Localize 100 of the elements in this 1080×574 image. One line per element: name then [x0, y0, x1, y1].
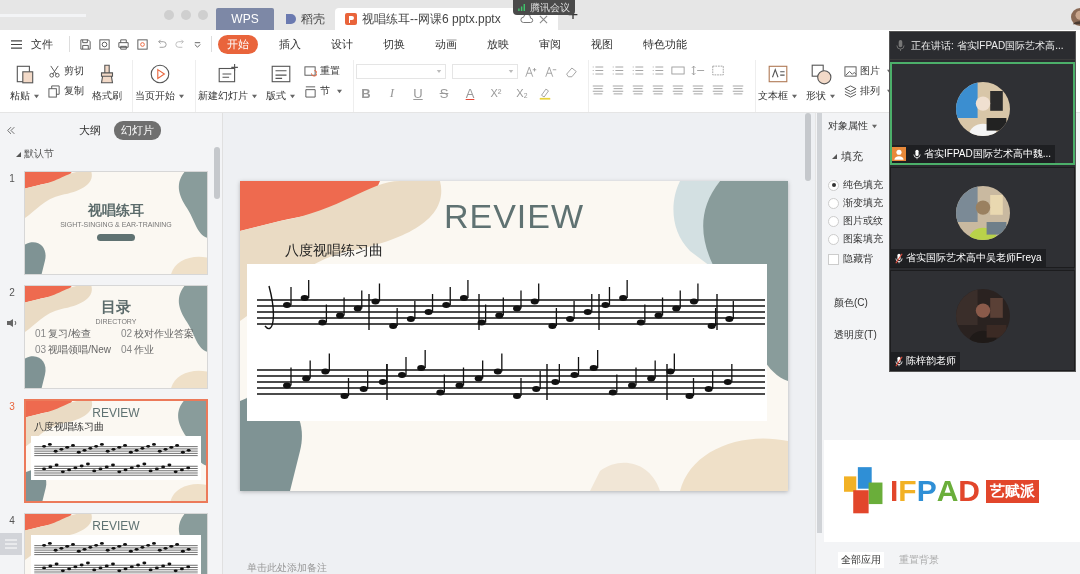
copy-icon — [48, 84, 61, 98]
align-icon[interactable] — [691, 83, 705, 96]
list-icon[interactable] — [651, 64, 665, 77]
logo-tag: 艺赋派 — [986, 479, 1040, 503]
file-menu[interactable]: 文件 — [31, 36, 53, 52]
menu-icon[interactable] — [10, 38, 23, 50]
ribbon-tab[interactable]: 动画 — [426, 34, 466, 54]
scrollbar[interactable] — [805, 113, 811, 181]
radio-button[interactable] — [828, 197, 839, 209]
apply-all-button[interactable]: 全部应用 — [838, 552, 884, 568]
checkbox[interactable] — [828, 253, 839, 265]
copy-button[interactable]: 复制 — [48, 84, 84, 98]
arrange-button[interactable]: 排列 — [844, 84, 893, 98]
eraser-icon[interactable] — [564, 65, 578, 78]
shape-icon[interactable] — [810, 63, 832, 85]
preview-icon[interactable] — [136, 37, 149, 51]
new-slide-button[interactable]: 新建幻灯片 — [198, 89, 258, 103]
video-tile[interactable]: 陈梓韵老师 — [890, 270, 1075, 371]
slide-caption: 八度视唱练习曲 — [285, 242, 383, 260]
layout-icon[interactable] — [270, 63, 292, 85]
docer-icon — [284, 13, 296, 25]
list-view-icon[interactable] — [0, 533, 22, 555]
item-number: 01 — [35, 328, 47, 339]
ribbon-tab[interactable]: 特色功能 — [634, 34, 696, 54]
font-dropdown[interactable] — [356, 64, 446, 79]
scrollbar[interactable] — [214, 147, 220, 199]
item-number: 03 — [35, 344, 47, 355]
radio-button[interactable] — [828, 215, 839, 227]
play-icon[interactable] — [149, 63, 171, 85]
play-from-current-button[interactable]: 当页开始 — [135, 89, 185, 103]
font-shrink-icon[interactable] — [544, 65, 558, 78]
item-label: 视唱领唱/New — [48, 343, 111, 357]
panel-tab[interactable]: 幻灯片 — [114, 120, 161, 140]
paste-button[interactable]: 粘贴 — [10, 89, 40, 103]
panel-title[interactable]: 对象属性 — [826, 113, 878, 133]
ribbon-tab[interactable]: 设计 — [322, 34, 362, 54]
slide-number: 1 — [9, 172, 15, 184]
ribbon-tab[interactable]: 视图 — [582, 34, 622, 54]
caret-icon[interactable] — [193, 39, 202, 49]
align-icon[interactable] — [591, 83, 605, 96]
reset-button[interactable]: 重置 — [304, 64, 343, 78]
slide-thumbnail[interactable]: REVIEW 八度视唱练习曲 — [24, 399, 208, 503]
format-painter-button[interactable]: 格式刷 — [92, 89, 122, 103]
highlighter-icon[interactable] — [538, 86, 552, 100]
microphone-icon[interactable] — [896, 39, 905, 52]
video-tile[interactable]: 省实IFPAD国际艺术高中魏... — [890, 62, 1075, 165]
close-icon[interactable] — [538, 14, 548, 24]
slide-canvas[interactable]: REVIEW 八度视唱练习曲 — [240, 181, 788, 491]
cut-button[interactable]: 剪切 — [48, 64, 84, 78]
slide-thumbnail[interactable]: REVIEW — [24, 513, 208, 574]
font-grow-icon[interactable] — [524, 65, 538, 78]
ribbon-tab[interactable]: 放映 — [478, 34, 518, 54]
align-icon[interactable] — [631, 83, 645, 96]
print-icon[interactable] — [117, 37, 130, 51]
font-size-dropdown[interactable] — [452, 64, 518, 79]
meeting-badge[interactable]: 腾讯会议 — [513, 0, 575, 15]
slide-number: 4 — [9, 514, 15, 526]
shape-button[interactable]: 形状 — [806, 89, 836, 103]
align-icon[interactable] — [611, 83, 625, 96]
radio-button[interactable] — [828, 179, 839, 191]
radio-label: 图片或纹 — [843, 214, 883, 228]
export-icon[interactable] — [98, 37, 111, 51]
caret-icon — [791, 93, 798, 99]
text-box-button[interactable]: 文本框 — [758, 89, 798, 103]
document-tab[interactable]: 稻壳 — [274, 8, 335, 30]
align-box-icon[interactable] — [711, 64, 725, 77]
align-icon[interactable] — [711, 83, 725, 96]
caret-icon — [251, 93, 258, 99]
align-icon[interactable] — [651, 83, 665, 96]
picture-button[interactable]: 图片 — [844, 64, 893, 78]
list-icon[interactable] — [611, 64, 625, 77]
scrollbar[interactable] — [817, 113, 822, 533]
clipboard-icon[interactable] — [14, 63, 36, 85]
list-icon[interactable] — [631, 64, 645, 77]
ribbon-tab[interactable]: 插入 — [270, 34, 310, 54]
list-icon[interactable] — [591, 64, 605, 77]
align-icon[interactable] — [671, 83, 685, 96]
video-tile[interactable]: 省实国际艺术高中吴老师Freya — [890, 167, 1075, 268]
collapse-icon[interactable] — [6, 125, 16, 135]
thumbnail-caption: 八度视唱练习曲 — [34, 420, 104, 434]
panel-tab[interactable]: 大纲 — [72, 120, 108, 140]
text-direction-icon[interactable] — [671, 64, 685, 77]
section-button[interactable]: 节 — [304, 84, 343, 98]
new-slide-icon[interactable] — [217, 63, 239, 85]
align-icon[interactable] — [731, 83, 745, 96]
text-box-icon[interactable] — [767, 63, 789, 85]
line-spacing-icon[interactable] — [691, 64, 705, 77]
ribbon-tab[interactable]: 审阅 — [530, 34, 570, 54]
ribbon-tab[interactable]: 切换 — [374, 34, 414, 54]
radio-button[interactable] — [828, 233, 839, 245]
item-number: 04 — [121, 344, 133, 355]
document-tab[interactable]: WPS — [216, 8, 274, 30]
expand-icon[interactable] — [832, 154, 837, 159]
signal-icon — [518, 3, 527, 12]
save-icon[interactable] — [79, 37, 92, 51]
section-icon — [304, 84, 317, 98]
field-label: 颜色(C) — [833, 296, 868, 310]
logo-letter: A — [936, 474, 959, 508]
expand-icon[interactable] — [16, 151, 21, 157]
layout-button[interactable]: 版式 — [266, 89, 296, 103]
